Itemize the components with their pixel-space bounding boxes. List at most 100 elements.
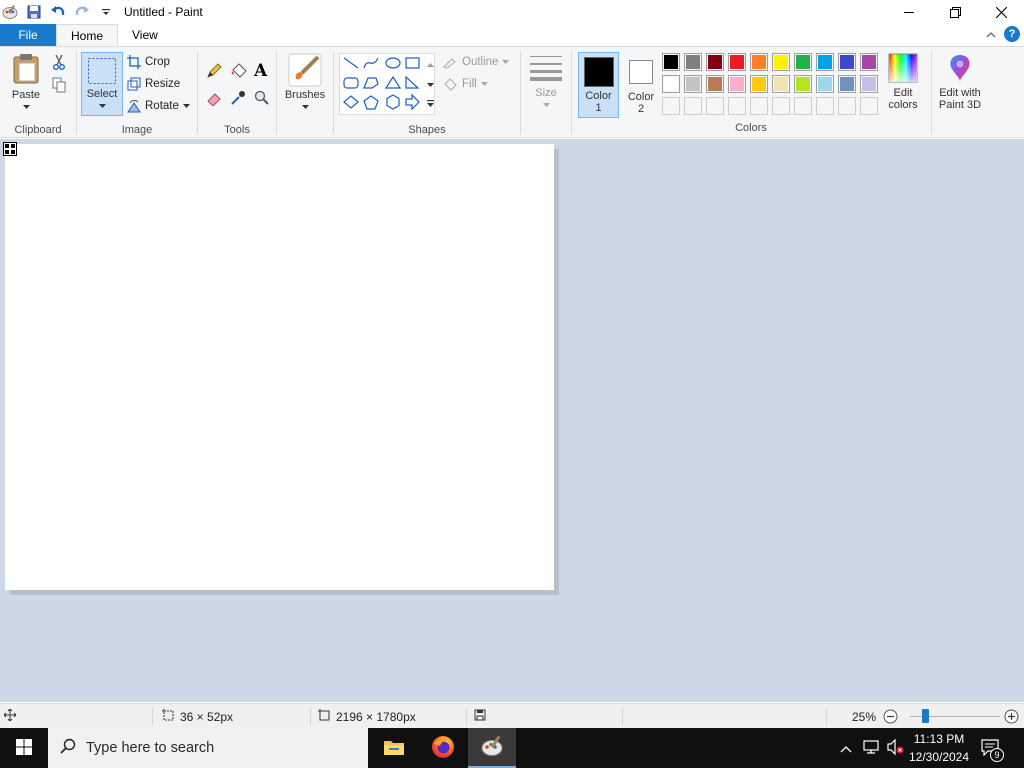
resize-icon [127,77,141,91]
palette-color-swatch[interactable] [794,75,812,93]
palette-custom-slot[interactable] [750,97,768,115]
palette-color-swatch[interactable] [750,53,768,71]
palette-color-swatch[interactable] [662,75,680,93]
chevron-down-icon [502,56,510,68]
scroll-up-icon[interactable] [426,57,434,71]
paint-app-icon[interactable] [2,4,18,20]
redo-icon[interactable] [74,4,90,20]
palette-custom-slot[interactable] [838,97,856,115]
close-icon[interactable] [978,0,1024,24]
palette-color-swatch[interactable] [750,75,768,93]
palette-color-swatch[interactable] [816,53,834,71]
minimize-icon[interactable] [886,0,932,24]
collapse-ribbon-icon[interactable] [986,27,996,41]
customize-qat-icon[interactable] [98,4,114,20]
zoom-out-icon[interactable] [883,709,898,727]
paint3d-icon [945,53,975,83]
shape-glyphs[interactable] [340,54,436,116]
palette-custom-slot[interactable] [706,97,724,115]
color-picker-icon[interactable] [230,90,246,106]
file-explorer-taskbar-button[interactable] [370,728,418,768]
window-title: Untitled - Paint [124,5,203,19]
palette-color-swatch[interactable] [794,53,812,71]
selection-handle-icon[interactable] [3,142,17,156]
magnifier-icon[interactable] [254,90,270,106]
palette-color-swatch[interactable] [728,53,746,71]
zoom-level-text: 25% [852,709,877,724]
taskbar-clock[interactable]: 11:13 PM 12/30/2024 [902,730,976,766]
crop-button[interactable]: Crop [127,55,170,69]
color1-button[interactable]: Color 1 [578,52,619,118]
palette-custom-slot[interactable] [684,97,702,115]
select-button[interactable]: Select [81,52,123,116]
outline-icon [442,55,458,69]
line-size-icon [530,53,562,83]
palette-color-swatch[interactable] [860,75,878,93]
tab-view[interactable]: View [118,24,172,46]
tab-home[interactable]: Home [56,24,119,46]
text-tool-icon[interactable]: A [254,61,267,81]
outline-label: Outline [462,56,499,68]
palette-custom-slot[interactable] [662,97,680,115]
palette-color-swatch[interactable] [706,75,724,93]
paint-taskbar-button[interactable] [468,728,516,768]
notification-badge: 9 [990,748,1004,762]
palette-custom-slot[interactable] [728,97,746,115]
palette-custom-slot[interactable] [772,97,790,115]
palette-custom-slot[interactable] [860,97,878,115]
selection-size-icon [162,709,174,724]
palette-color-swatch[interactable] [662,53,680,71]
palette-color-swatch[interactable] [728,75,746,93]
resize-button[interactable]: Resize [127,77,180,91]
outline-button[interactable]: Outline [442,55,510,69]
palette-color-swatch[interactable] [684,75,702,93]
color2-button[interactable]: Color 2 [622,52,660,118]
shapes-group: Outline Fill Shapes [334,47,520,139]
size-button[interactable]: Size [526,53,566,111]
zoom-slider-thumb[interactable] [922,709,929,723]
scroll-down-icon[interactable] [426,77,434,91]
drawing-canvas[interactable] [5,144,554,590]
copy-icon[interactable] [52,77,66,93]
file-size [474,704,486,729]
network-icon[interactable] [862,739,880,758]
selection-size-text: 36 × 52px [180,709,234,724]
zoom-in-icon[interactable] [1004,709,1019,727]
eraser-icon[interactable] [206,90,222,106]
edit-with-paint3d-button[interactable]: Edit with Paint 3D [934,53,986,111]
canvas-workspace[interactable] [0,139,1024,702]
start-button[interactable] [0,728,48,768]
chevron-up-icon[interactable] [840,742,852,756]
palette-color-swatch[interactable] [838,75,856,93]
palette-color-swatch[interactable] [816,75,834,93]
palette-color-swatch[interactable] [772,75,790,93]
palette-color-swatch[interactable] [706,53,724,71]
taskbar-search-box[interactable]: Type here to search [48,728,368,768]
palette-custom-slot[interactable] [794,97,812,115]
save-icon[interactable] [26,4,42,20]
file-tab[interactable]: File [0,24,56,46]
palette-color-swatch[interactable] [772,53,790,71]
firefox-taskbar-button[interactable] [419,728,467,768]
paste-button[interactable]: Paste [6,53,46,113]
palette-color-swatch[interactable] [838,53,856,71]
maximize-icon[interactable] [932,0,978,24]
palette-color-swatch[interactable] [684,53,702,71]
fill-bucket-icon[interactable] [230,62,248,80]
palette-custom-slot[interactable] [816,97,834,115]
pencil-icon[interactable] [206,63,222,79]
cut-icon[interactable] [52,54,66,70]
expand-gallery-icon[interactable] [426,97,435,111]
rotate-button[interactable]: Rotate [127,99,190,113]
taskbar: Type here to search 11:13 PM 12/30/2024 … [0,728,1024,768]
shapes-scroll[interactable] [424,53,436,115]
help-icon[interactable]: ? [1004,26,1020,42]
size-label: Size [535,87,557,99]
fill-button[interactable]: Fill [442,77,488,91]
palette-color-swatch[interactable] [860,53,878,71]
edit-colors-button[interactable]: Edit colors [883,53,923,111]
undo-icon[interactable] [50,4,66,20]
paste-icon [11,53,41,85]
notifications-button[interactable]: 9 [980,738,1004,762]
brushes-button[interactable]: Brushes [282,53,328,113]
